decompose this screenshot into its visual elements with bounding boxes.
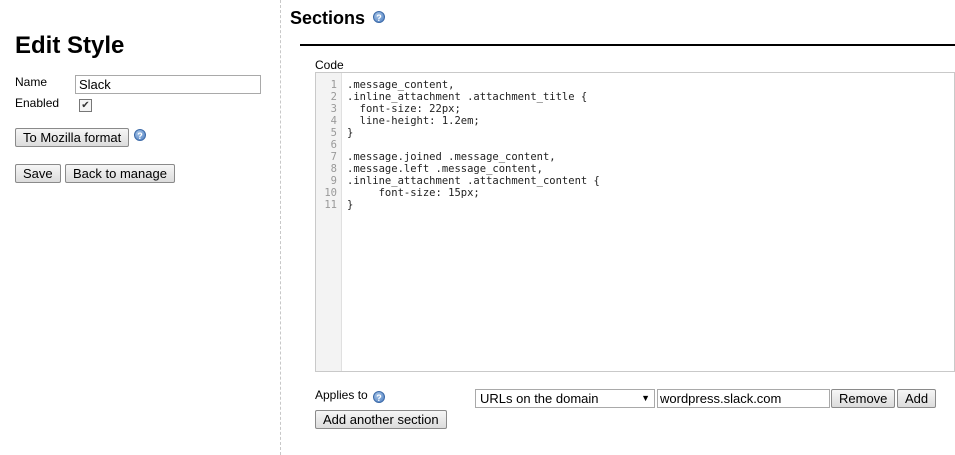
code-line: line-height: 1.2em; (347, 115, 480, 127)
chevron-down-icon: ▼ (641, 393, 650, 403)
line-number: 8 (330, 163, 337, 175)
code-line: font-size: 15px; (347, 187, 480, 199)
code-line: } (347, 199, 354, 211)
line-number: 2 (330, 91, 337, 103)
remove-button[interactable]: Remove (831, 389, 896, 408)
name-input[interactable] (75, 75, 261, 94)
name-label: Name (15, 75, 48, 89)
line-number: 4 (330, 115, 337, 127)
line-number: 3 (330, 103, 337, 115)
code-line: .inline_attachment .attachment_content { (347, 175, 600, 187)
enabled-label: Enabled (15, 96, 60, 110)
line-number: 7 (330, 151, 337, 163)
add-another-section-button[interactable]: Add another section (315, 410, 447, 429)
code-line: font-size: 22px; (347, 103, 461, 115)
applies-to-value-input[interactable] (657, 389, 830, 408)
applies-to-text: Applies to (315, 388, 368, 402)
sections-title: Sections ? (290, 8, 386, 29)
help-icon[interactable]: ? (373, 391, 386, 403)
applies-to-label: Applies to ? (315, 388, 386, 403)
code-label: Code (315, 58, 344, 72)
page-title: Edit Style (15, 32, 125, 59)
sections-divider (300, 44, 955, 46)
sections-title-text: Sections (290, 8, 366, 28)
line-number: 6 (330, 139, 337, 151)
line-number: 1 (330, 79, 337, 91)
line-number: 11 (324, 199, 337, 211)
save-button[interactable]: Save (15, 164, 61, 183)
applies-to-select-value: URLs on the domain (480, 391, 599, 406)
line-number-gutter: 1 2 3 4 5 6 7 8 9 10 11 (316, 73, 342, 371)
code-line: .message_content, (347, 79, 455, 91)
left-panel: Edit Style Name Enabled ✔ To Mozilla for… (0, 0, 280, 455)
to-mozilla-format-button[interactable]: To Mozilla format (15, 128, 130, 147)
code-line: .message.left .message_content, (347, 163, 543, 175)
line-number: 5 (330, 127, 337, 139)
add-button[interactable]: Add (897, 389, 937, 408)
panel-divider (280, 0, 281, 455)
code-line: .message.joined .message_content, (347, 151, 556, 163)
applies-to-select[interactable]: URLs on the domain ▼ (475, 389, 655, 408)
enabled-checkbox[interactable]: ✔ (79, 99, 92, 112)
help-icon[interactable]: ? (373, 11, 386, 23)
code-line: } (347, 127, 354, 139)
code-lines[interactable]: .message_content, .inline_attachment .att… (347, 79, 600, 211)
line-number: 9 (330, 175, 337, 187)
line-number: 10 (324, 187, 337, 199)
code-editor[interactable]: 1 2 3 4 5 6 7 8 9 10 11 .message_content, .inline_a… (315, 72, 955, 372)
code-line: .inline_attachment .attachment_title { (347, 91, 588, 103)
back-to-manage-button[interactable]: Back to manage (65, 164, 175, 183)
help-icon[interactable]: ? (134, 129, 146, 141)
